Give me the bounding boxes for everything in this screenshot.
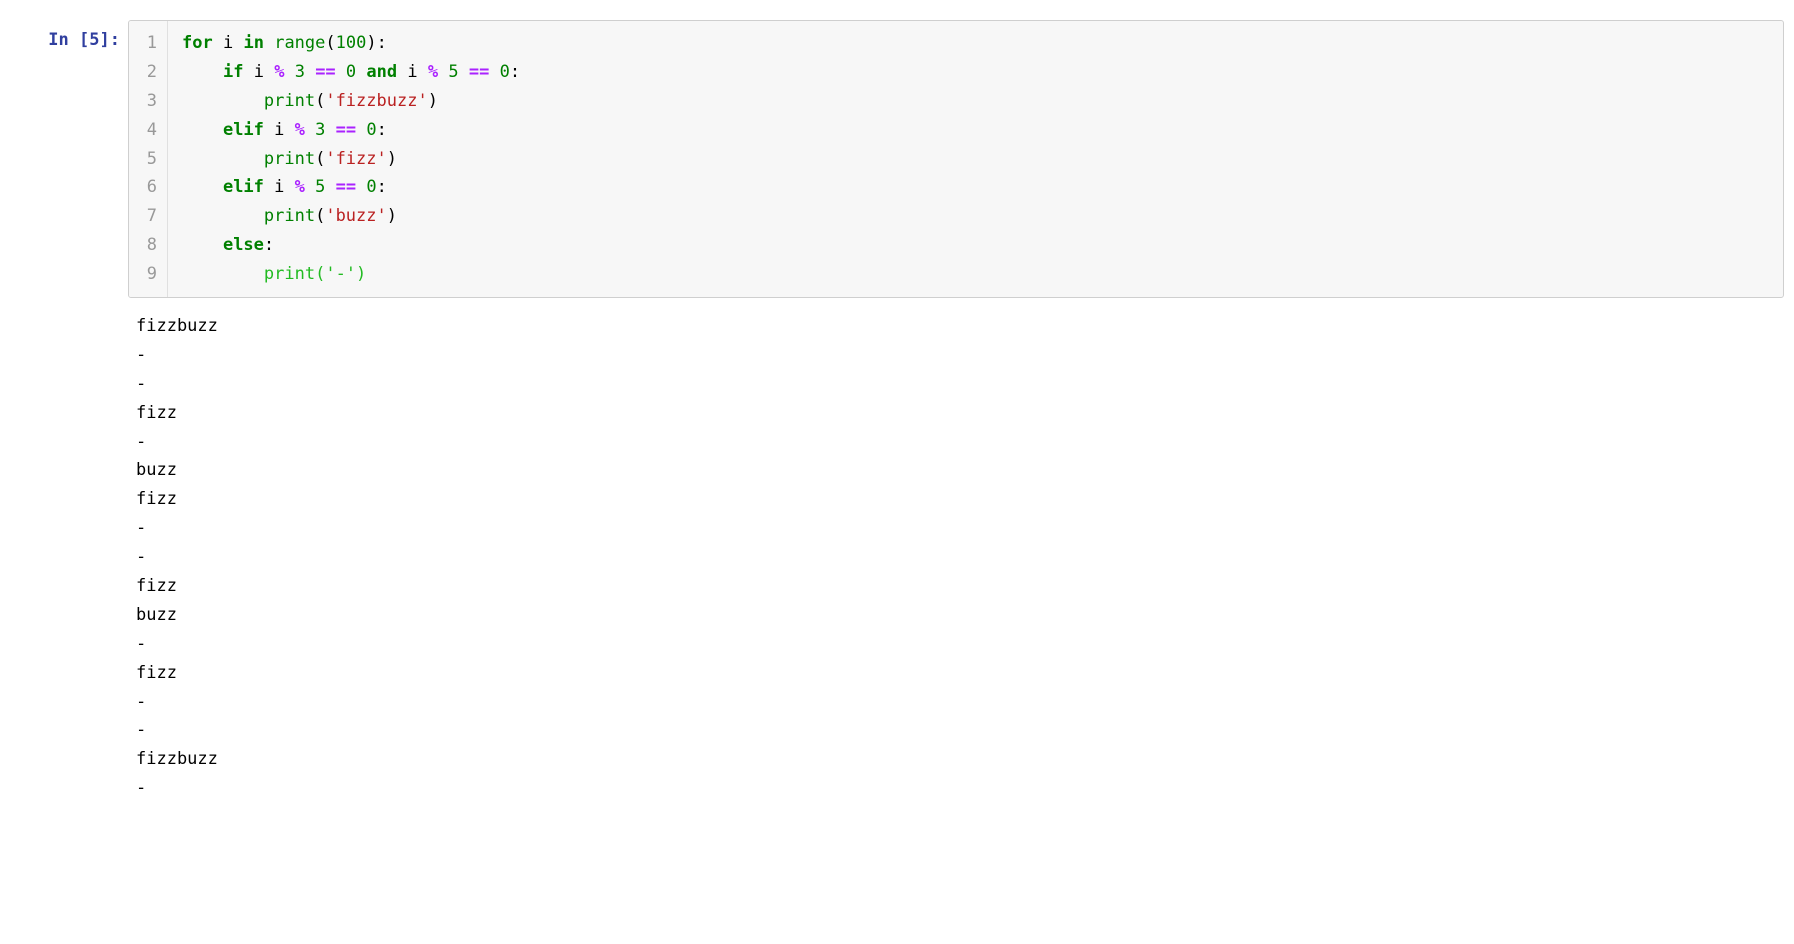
- code-line[interactable]: else:: [182, 231, 520, 260]
- line-number: 7: [141, 202, 157, 231]
- code-line[interactable]: elif i % 5 == 0:: [182, 173, 520, 202]
- line-number: 8: [141, 231, 157, 260]
- line-number: 3: [141, 87, 157, 116]
- code-line[interactable]: elif i % 3 == 0:: [182, 116, 520, 145]
- line-number: 2: [141, 58, 157, 87]
- code-body[interactable]: for i in range(100): if i % 3 == 0 and i…: [168, 21, 534, 297]
- code-line[interactable]: print('-'): [182, 260, 520, 289]
- code-line[interactable]: print('fizzbuzz'): [182, 87, 520, 116]
- code-line[interactable]: print('buzz'): [182, 202, 520, 231]
- code-line[interactable]: if i % 3 == 0 and i % 5 == 0:: [182, 58, 520, 87]
- prompt-number: 5: [89, 30, 99, 50]
- code-cell: In [5]: 123456789 for i in range(100): i…: [0, 0, 1794, 298]
- line-number: 6: [141, 173, 157, 202]
- line-number-gutter: 123456789: [129, 21, 168, 297]
- line-number: 1: [141, 29, 157, 58]
- output-row: fizzbuzz - - fizz - buzz fizz - - fizz b…: [0, 298, 1794, 803]
- input-prompt: In [5]:: [10, 20, 128, 50]
- cell-output: fizzbuzz - - fizz - buzz fizz - - fizz b…: [128, 304, 1784, 803]
- line-number: 4: [141, 116, 157, 145]
- line-number: 5: [141, 145, 157, 174]
- code-line[interactable]: print('fizz'): [182, 145, 520, 174]
- line-number: 9: [141, 260, 157, 289]
- code-line[interactable]: for i in range(100):: [182, 29, 520, 58]
- prompt-in-label: In: [48, 30, 68, 50]
- code-editor[interactable]: 123456789 for i in range(100): if i % 3 …: [128, 20, 1784, 298]
